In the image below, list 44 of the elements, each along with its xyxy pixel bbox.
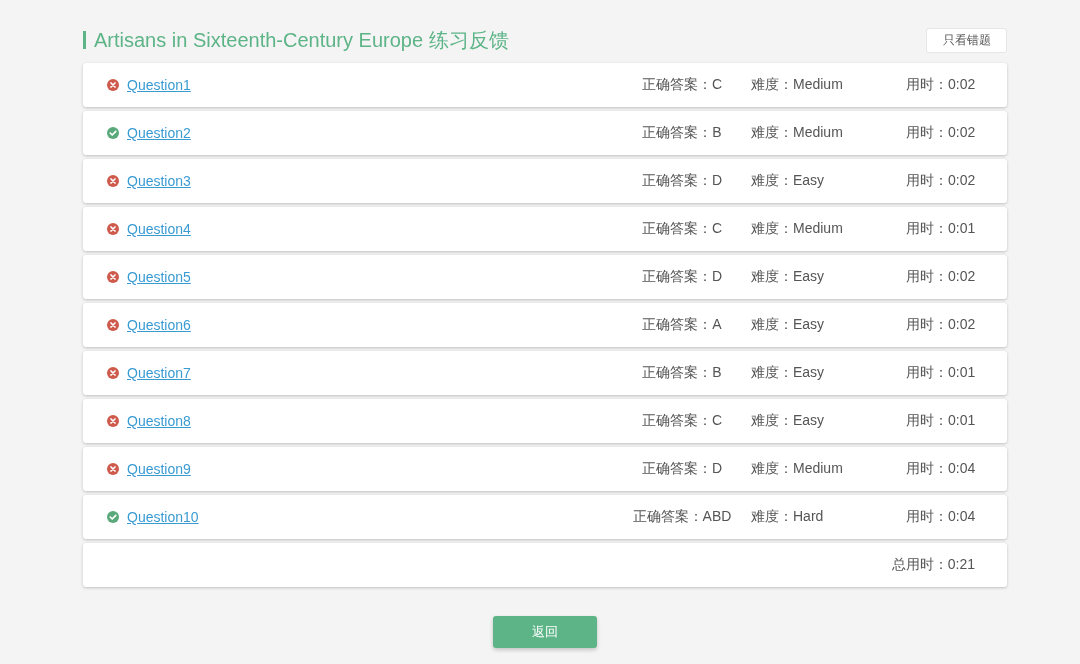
question-link[interactable]: Question7 [127,365,191,381]
time-text: 用时：0:02 [906,172,977,190]
difficulty-text: 难度：Easy [750,172,826,190]
time-text: 用时：0:02 [906,268,977,286]
difficulty-text: 难度：Medium [750,76,844,94]
total-time-text: 总用时：0:21 [891,556,975,574]
time-text: 用时：0:02 [906,316,977,334]
time-text: 用时：0:01 [906,364,977,382]
correct-answer-text: 正确答案：C [640,76,724,94]
difficulty-text: 难度：Easy [750,268,826,286]
time-text: 用时：0:04 [906,460,977,478]
difficulty-text: 难度：Easy [750,316,826,334]
correct-answer-text: 正确答案：C [640,412,724,430]
time-text: 用时：0:01 [906,220,977,238]
correct-answer-text: 正确答案：B [641,124,723,142]
question-link[interactable]: Question1 [127,77,191,93]
difficulty-text: 难度：Medium [750,220,844,238]
question-link[interactable]: Question3 [127,173,191,189]
question-link[interactable]: Question5 [127,269,191,285]
correct-answer-text: 正确答案：C [640,220,724,238]
time-text: 用时：0:02 [906,76,977,94]
question-link[interactable]: Question8 [127,413,191,429]
time-text: 用时：0:01 [906,412,977,430]
question-link[interactable]: Question9 [127,461,191,477]
back-button[interactable]: 返回 [493,616,597,648]
question-link[interactable]: Question4 [127,221,191,237]
difficulty-text: 难度：Medium [750,460,844,478]
page-title: Artisans in Sixteenth-Century Europe 练习反馈 [83,31,509,49]
correct-answer-text: 正确答案：D [640,460,724,478]
correct-answer-text: 正确答案：D [640,268,724,286]
wrong-only-button[interactable]: 只看错题 [926,27,1007,53]
correct-answer-text: 正确答案：A [641,316,723,334]
time-text: 用时：0:02 [906,124,977,142]
difficulty-text: 难度：Easy [750,364,826,382]
difficulty-text: 难度：Medium [750,124,844,142]
correct-answer-text: 正确答案：B [641,364,723,382]
question-link[interactable]: Question10 [127,509,199,525]
correct-answer-text: 正确答案：ABD [631,508,733,526]
question-link[interactable]: Question2 [127,125,191,141]
difficulty-text: 难度：Hard [750,508,825,526]
question-link[interactable]: Question6 [127,317,191,333]
difficulty-text: 难度：Easy [750,412,826,430]
correct-answer-text: 正确答案：D [640,172,724,190]
time-text: 用时：0:04 [906,508,977,526]
